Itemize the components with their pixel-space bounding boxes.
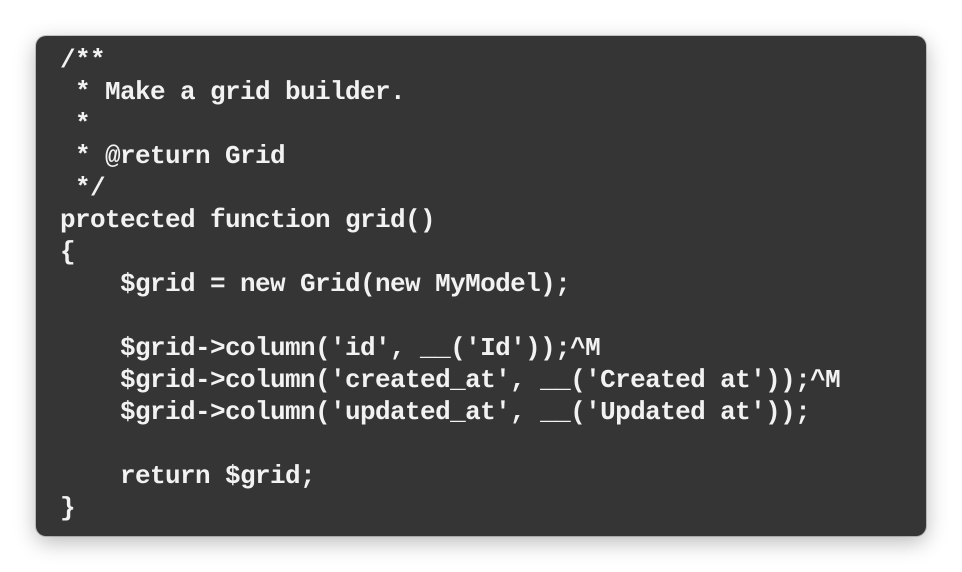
code-line: * Make a grid builder. (60, 77, 406, 107)
code-line: $grid->column('updated_at', __('Updated … (60, 397, 811, 427)
code-line: $grid = new Grid(new MyModel); (60, 269, 571, 299)
code-line: { (60, 237, 76, 267)
code-line: */ (60, 173, 106, 203)
code-line: $grid->column('id', __('Id'));^M (60, 333, 601, 363)
code-window: /** * Make a grid builder. * * @return G… (36, 36, 926, 536)
code-line: $grid->column('created_at', __('Created … (60, 365, 841, 395)
code-block: /** * Make a grid builder. * * @return G… (60, 44, 841, 524)
code-line: * @return Grid (60, 141, 286, 171)
code-line: } (60, 493, 76, 523)
code-line: protected function grid() (60, 205, 436, 235)
code-line: return $grid; (60, 461, 316, 491)
code-line: * (60, 109, 91, 139)
code-line: /** (60, 45, 106, 75)
